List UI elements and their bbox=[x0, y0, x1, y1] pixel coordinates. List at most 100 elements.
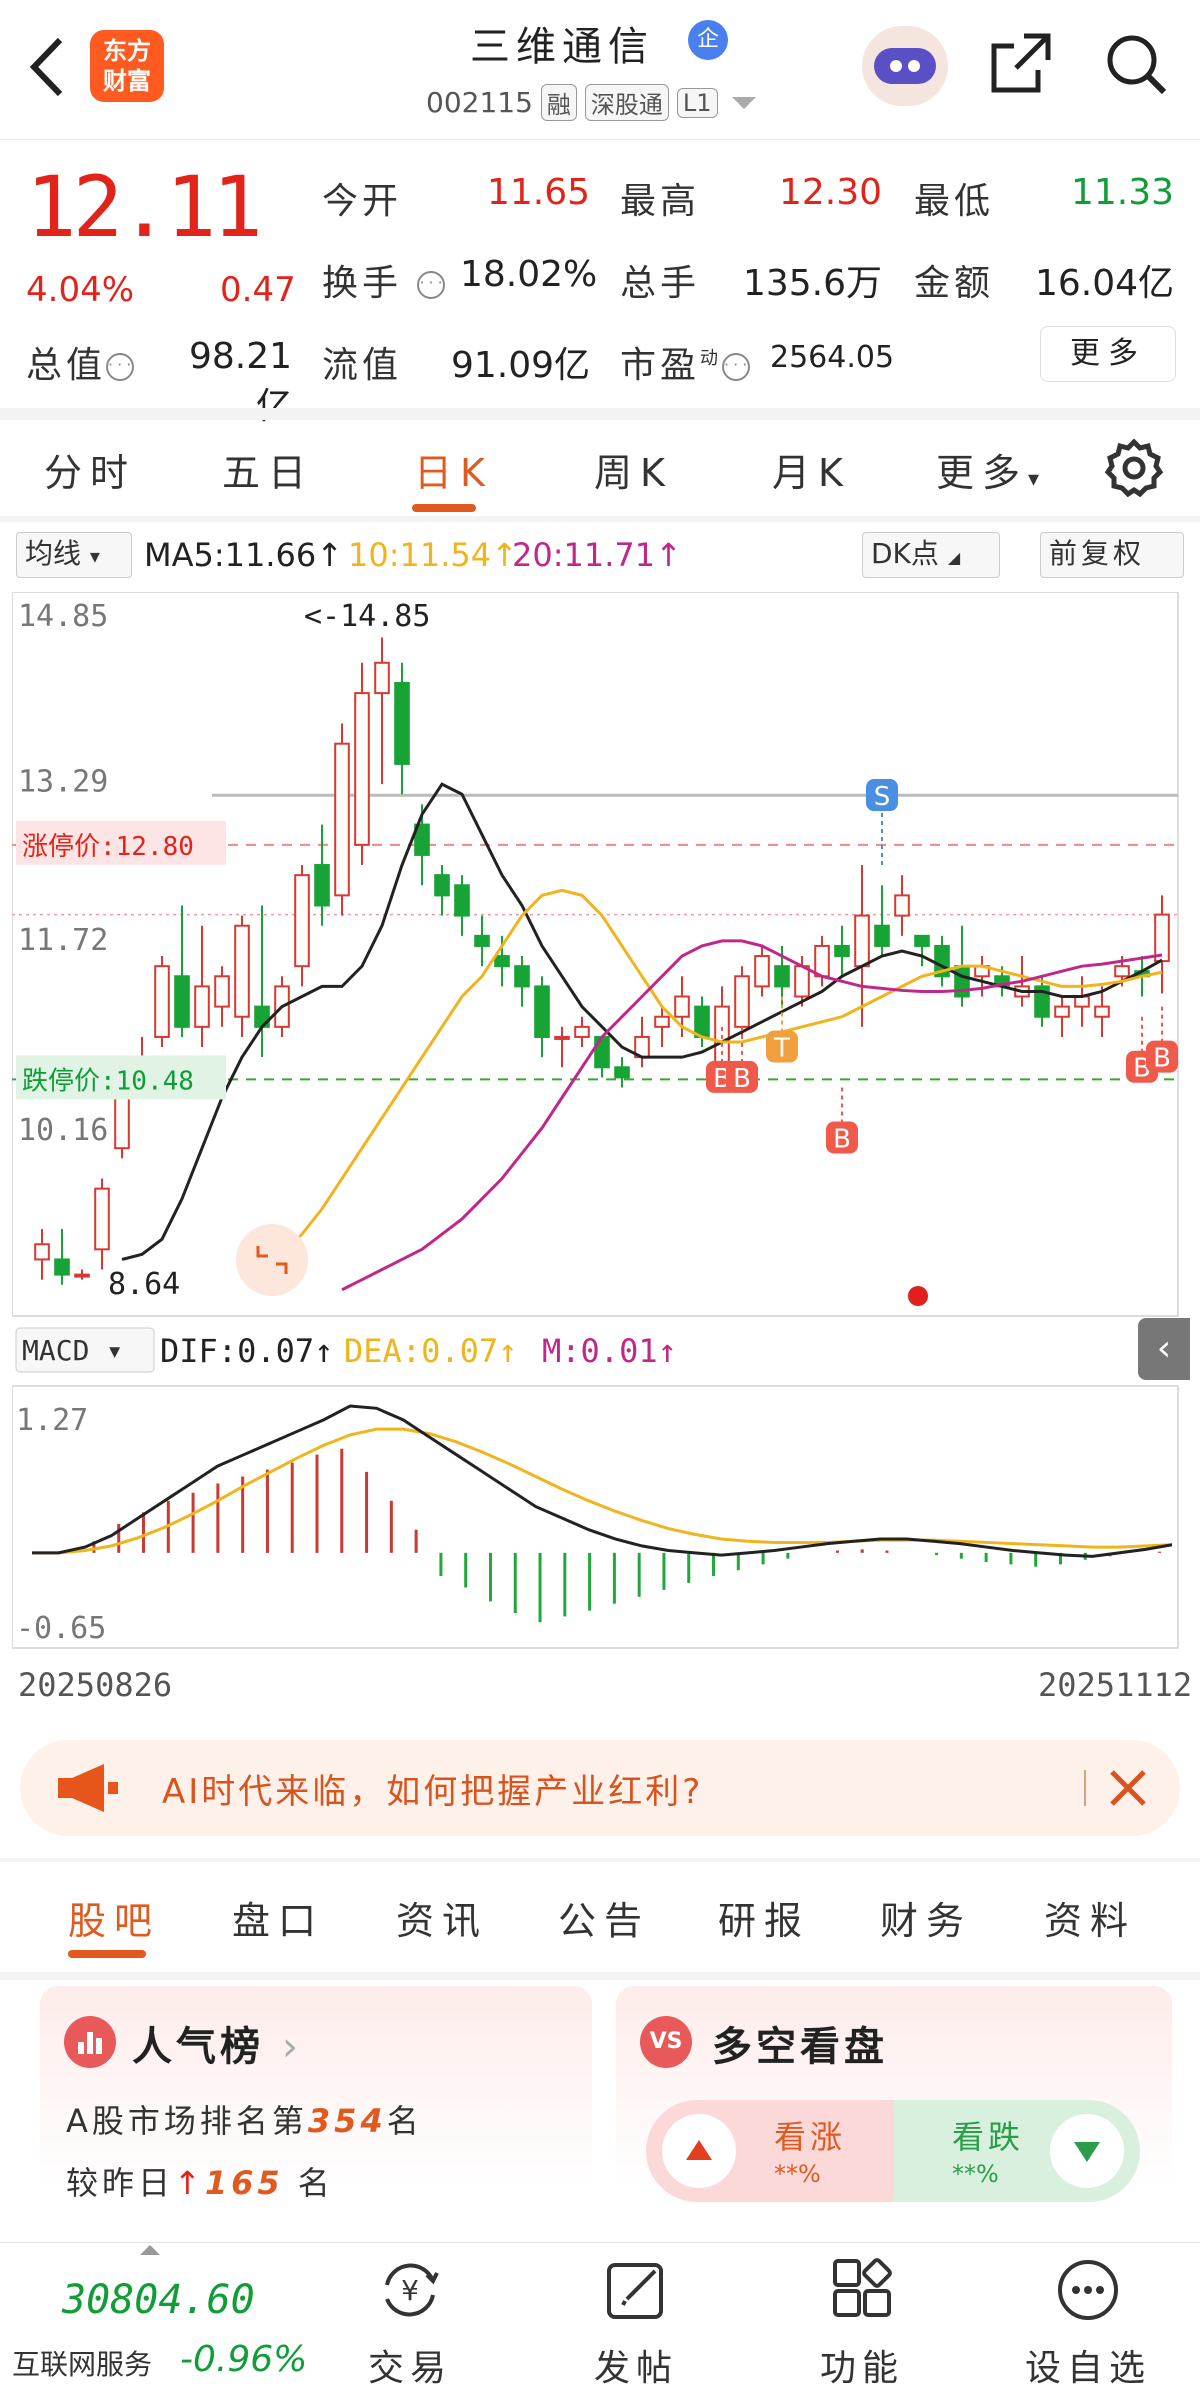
more-dots-icon bbox=[1053, 2255, 1123, 2325]
bottom-bar: 30804.60 互联网服务 -0.96% ¥ 交易 发帖 功能 设自选 bbox=[0, 2242, 1200, 2396]
active-tab-indicator bbox=[412, 504, 476, 512]
nav-functions[interactable]: 功能 bbox=[792, 2255, 932, 2391]
tab-news[interactable]: 资讯 bbox=[396, 1890, 488, 1945]
logo-text-2: 财富 bbox=[103, 67, 151, 95]
top-header: 东方 财富 三维通信 企 002115 融 深股通 L1 bbox=[0, 0, 1200, 140]
price-tick: 13.29 bbox=[18, 764, 108, 799]
ma5-value: MA5:11.66↑ bbox=[144, 536, 344, 574]
index-value[interactable]: 30804.60 bbox=[62, 2277, 255, 2323]
chevron-down-icon bbox=[731, 96, 756, 109]
tab-orderbook[interactable]: 盘口 bbox=[232, 1890, 324, 1945]
candlestick-chart[interactable]: STB BBB B 14.8513.2911.7210.16涨停价:12.80跌停价… bbox=[12, 592, 1190, 1672]
gear-icon[interactable] bbox=[1102, 436, 1166, 500]
price-tick: 10.16 bbox=[18, 1113, 108, 1148]
bull-value: **% bbox=[774, 2160, 821, 2188]
ma10-value: 10:11.54↑ bbox=[348, 536, 518, 574]
ma-selector[interactable]: 均线 ▾ bbox=[16, 532, 132, 578]
app-root: 东方 财富 三维通信 企 002115 融 深股通 L1 12.11 4.04%… bbox=[0, 0, 1200, 2396]
divider bbox=[0, 516, 1200, 522]
candle-body bbox=[894, 894, 910, 917]
robot-eye-right bbox=[908, 60, 920, 72]
logo-text-1: 东方 bbox=[103, 37, 151, 65]
tab-five-day[interactable]: 五日 bbox=[222, 442, 314, 497]
nav-trade-label: 交易 bbox=[367, 2348, 452, 2389]
macd-dea-value: DEA:0.07↑ bbox=[344, 1332, 517, 1370]
candle-body bbox=[294, 874, 310, 968]
chevron-left-icon[interactable] bbox=[26, 34, 66, 100]
tag-connect: 深股通 bbox=[584, 84, 669, 121]
candle-body bbox=[1074, 995, 1090, 1008]
nav-add-watchlist-label: 设自选 bbox=[1024, 2348, 1151, 2389]
candle-body bbox=[874, 924, 890, 947]
bear-label: 看跌 bbox=[952, 2118, 1025, 2156]
tab-weekly-k[interactable]: 周K bbox=[594, 442, 673, 497]
bear-value: **% bbox=[952, 2160, 999, 2188]
nav-add-watchlist[interactable]: 设自选 bbox=[1018, 2255, 1158, 2391]
tab-more[interactable]: 更多▾ bbox=[936, 442, 1047, 497]
candle-body bbox=[314, 864, 330, 907]
adjust-button[interactable]: 前复权 bbox=[1040, 532, 1184, 578]
stat-value-high: 12.30 bbox=[778, 172, 882, 213]
tab-intraday[interactable]: 分时 bbox=[44, 442, 136, 497]
nav-post-label: 发帖 bbox=[593, 2348, 678, 2389]
candle-body bbox=[814, 944, 830, 978]
svg-text:¥: ¥ bbox=[401, 2274, 419, 2307]
candle-body bbox=[1154, 913, 1170, 963]
candle-body bbox=[1114, 965, 1130, 978]
stock-name: 三维通信 bbox=[470, 24, 654, 70]
nav-post[interactable]: 发帖 bbox=[566, 2255, 706, 2391]
candle-body bbox=[434, 874, 450, 897]
nav-trade[interactable]: ¥ 交易 bbox=[340, 2255, 480, 2391]
change-percent: 4.04% bbox=[26, 270, 135, 310]
min-price-marker: 8.64 bbox=[108, 1267, 180, 1302]
stat-value-low: 11.33 bbox=[1070, 172, 1174, 213]
candle-body bbox=[354, 692, 370, 846]
dk-point-button[interactable]: DK点 ◢ bbox=[862, 532, 1000, 578]
candle-body bbox=[574, 1025, 590, 1038]
candle-body bbox=[114, 1096, 130, 1150]
change-amount: 0.47 bbox=[220, 270, 296, 310]
info-icon[interactable]: ··· bbox=[106, 353, 135, 381]
limit-up-label: 涨停价:12.80 bbox=[22, 832, 194, 862]
divider bbox=[1084, 1770, 1086, 1806]
ai-assistant-avatar[interactable] bbox=[862, 26, 948, 106]
tab-profile[interactable]: 资料 bbox=[1044, 1890, 1136, 1945]
tab-daily-k[interactable]: 日K bbox=[414, 442, 493, 497]
tab-financials[interactable]: 财务 bbox=[880, 1890, 972, 1945]
macd-m-value: M:0.01↑ bbox=[542, 1332, 677, 1370]
candle-body bbox=[614, 1066, 630, 1079]
macd-label: MACD ▾ bbox=[22, 1334, 123, 1367]
candle-body bbox=[514, 965, 530, 988]
triangle-up-icon[interactable] bbox=[662, 2114, 736, 2188]
stat-value-amount: 16.04亿 bbox=[1034, 263, 1174, 304]
tab-announcements[interactable]: 公告 bbox=[558, 1890, 650, 1945]
popularity-card[interactable]: 人气榜 › A股市场排名第354名 较昨日↑165 名 bbox=[40, 1986, 592, 2238]
edit-post-icon bbox=[601, 2255, 671, 2325]
search-icon[interactable] bbox=[1100, 28, 1172, 100]
candle-body bbox=[654, 1015, 670, 1028]
triangle-down-icon[interactable] bbox=[1050, 2114, 1124, 2188]
promo-banner[interactable]: AI时代来临，如何把握产业红利? bbox=[20, 1740, 1180, 1836]
tab-monthly-k[interactable]: 月K bbox=[772, 442, 851, 497]
megaphone-icon bbox=[52, 1762, 124, 1814]
info-icon[interactable]: ··· bbox=[722, 353, 751, 381]
more-stats-button[interactable]: 更多 bbox=[1040, 326, 1176, 382]
current-price: 12.11 bbox=[26, 158, 263, 256]
tab-research[interactable]: 研报 bbox=[718, 1890, 810, 1945]
close-icon[interactable] bbox=[1100, 1760, 1156, 1816]
candle-body bbox=[174, 975, 190, 1028]
robot-eye-left bbox=[890, 60, 902, 72]
limit-down-label: 跌停价:10.48 bbox=[22, 1066, 194, 1096]
share-icon[interactable] bbox=[984, 28, 1056, 100]
candle-body bbox=[474, 934, 490, 947]
info-icon[interactable]: ··· bbox=[417, 271, 446, 299]
candle-body bbox=[54, 1258, 70, 1276]
tab-forum[interactable]: 股吧 bbox=[68, 1890, 160, 1945]
signal-label: S bbox=[874, 782, 891, 812]
stock-code-line[interactable]: 002115 融 深股通 L1 bbox=[426, 84, 756, 121]
candle-body bbox=[234, 924, 250, 1018]
chevron-left-icon[interactable]: ‹ bbox=[1138, 1318, 1190, 1380]
stock-code: 002115 bbox=[426, 86, 533, 119]
stat-value-open: 11.65 bbox=[486, 172, 590, 213]
max-price-marker: <-14.85 bbox=[304, 599, 430, 634]
